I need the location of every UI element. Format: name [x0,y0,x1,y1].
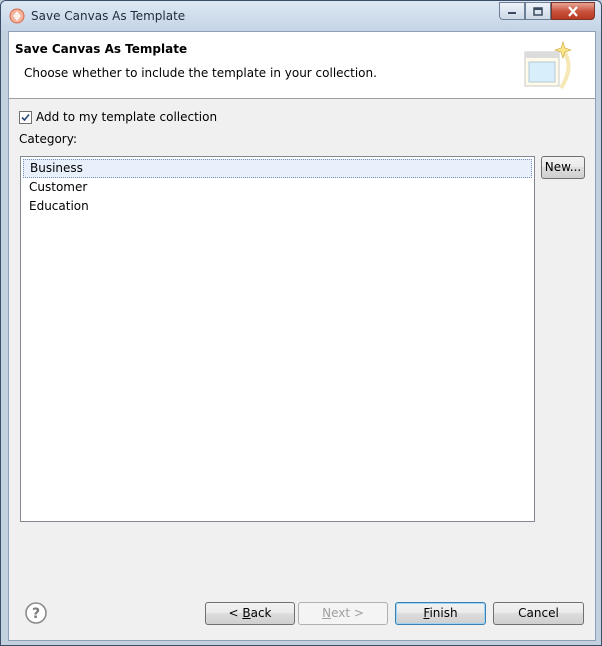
close-button[interactable] [551,2,595,20]
title-bar[interactable]: Save Canvas As Template [1,1,601,31]
wizard-banner-icon [524,41,572,90]
help-icon[interactable]: ? [24,601,48,625]
window-title: Save Canvas As Template [31,9,186,23]
add-to-collection-option[interactable]: Add to my template collection [19,110,217,124]
dialog-window: Save Canvas As Template Save Canvas As T… [0,0,602,646]
close-icon [568,5,578,17]
next-button-rest: ext > [331,606,364,620]
back-button-rest: ack [250,606,272,620]
caption-buttons [499,2,595,22]
finish-button-rest: inish [429,606,458,620]
check-icon [21,113,30,121]
new-category-button[interactable]: New... [541,156,585,179]
app-icon [9,8,25,24]
category-item-business[interactable]: Business [23,159,532,178]
maximize-icon [533,6,543,16]
finish-button[interactable]: Finish [395,602,486,625]
back-button-prefix: < [228,606,243,620]
page-description: Choose whether to include the template i… [24,66,377,80]
back-button[interactable]: < Back [205,602,295,625]
wizard-banner: Save Canvas As Template Choose whether t… [9,32,595,99]
page-title: Save Canvas As Template [15,42,188,56]
cancel-button[interactable]: Cancel [493,602,584,625]
dialog-client-area: Save Canvas As Template Choose whether t… [8,31,596,641]
category-list[interactable]: Business Customer Education [20,156,535,522]
svg-text:?: ? [32,606,40,622]
category-item-customer[interactable]: Customer [23,178,532,197]
add-to-collection-checkbox[interactable] [19,110,32,124]
next-button-mnemonic: N [322,606,332,620]
maximize-button[interactable] [525,2,551,20]
next-button[interactable]: Next > [298,602,388,625]
minimize-icon [508,12,516,14]
minimize-button[interactable] [499,2,525,20]
back-button-mnemonic: B [242,606,251,620]
add-to-collection-label[interactable]: Add to my template collection [36,110,217,124]
category-item-education[interactable]: Education [23,197,532,216]
category-label: Category: [19,132,77,146]
